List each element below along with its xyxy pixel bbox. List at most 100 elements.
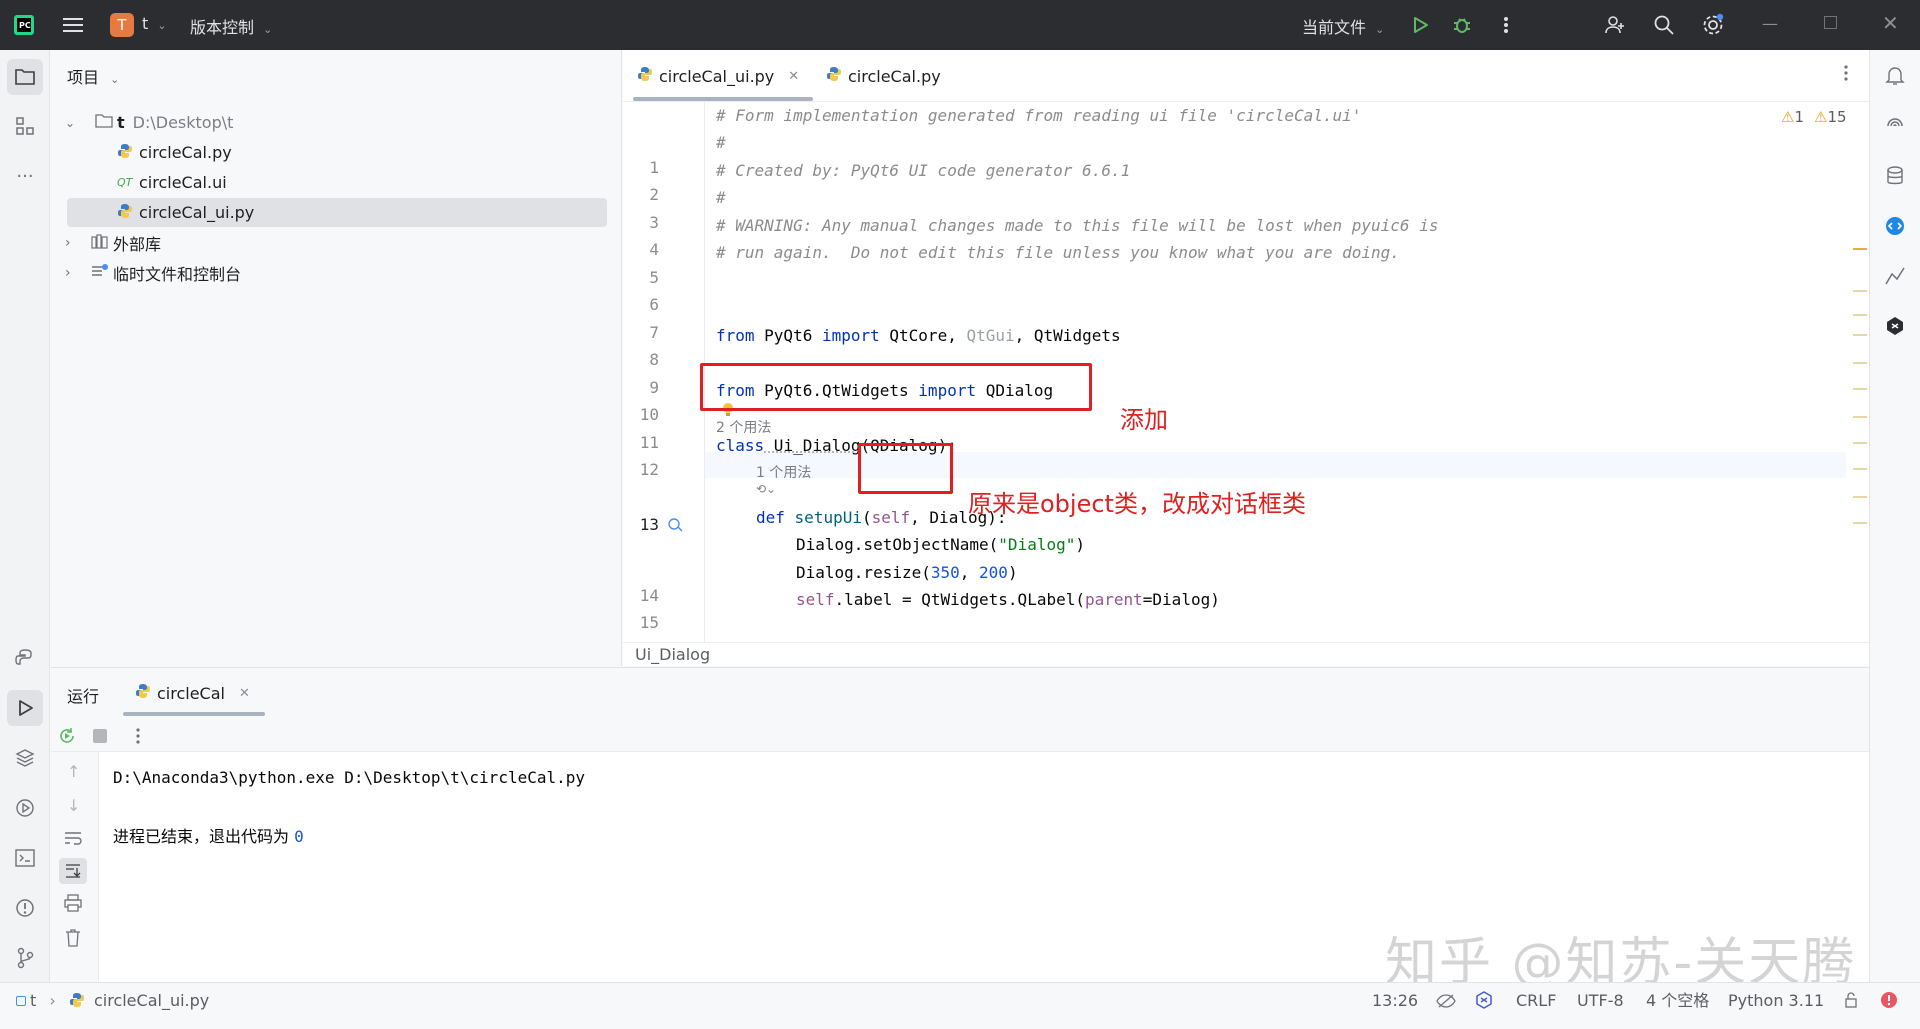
chevron-down-icon: ⌄	[1375, 23, 1385, 36]
python-file-icon	[826, 66, 842, 86]
close-tab-icon[interactable]: ✕	[788, 69, 799, 84]
scroll-up-icon[interactable]: ↑	[67, 762, 80, 781]
status-breadcrumb[interactable]: t › circleCal_ui.py	[16, 983, 209, 1019]
scroll-down-icon[interactable]: ↓	[67, 796, 80, 815]
close-window-icon[interactable]: ✕	[1882, 11, 1899, 35]
warning-icon: ⚠1	[1781, 107, 1804, 126]
python-console-icon[interactable]	[7, 640, 43, 676]
run-more-icon[interactable]	[135, 727, 141, 749]
punctuation: )	[1075, 535, 1085, 554]
tree-scratches[interactable]: › 临时文件和控制台	[65, 258, 241, 287]
services-tool-icon[interactable]	[7, 790, 43, 826]
print-icon[interactable]	[63, 894, 83, 916]
external-libs-label: 外部库	[113, 234, 162, 254]
soft-wrap-icon[interactable]	[63, 830, 83, 850]
string-literal: "Dialog"	[998, 535, 1076, 554]
rerun-icon[interactable]	[57, 726, 77, 750]
ai-assistant-icon[interactable]	[1877, 108, 1913, 144]
line-number: 2	[649, 185, 659, 204]
maximize-icon[interactable]	[1824, 16, 1837, 29]
problems-tool-icon[interactable]	[7, 890, 43, 926]
pycharm-logo-icon[interactable]: PC	[10, 11, 38, 39]
line-separator[interactable]: CRLF	[1516, 983, 1556, 1019]
usage-hint-def[interactable]: 1 个用法	[756, 462, 811, 482]
main-menu-icon[interactable]	[60, 11, 88, 39]
run-tool-icon[interactable]	[7, 690, 43, 726]
editor-breadcrumb[interactable]: Ui_Dialog	[623, 642, 1869, 666]
folder-icon	[95, 113, 113, 132]
scratches-icon	[91, 263, 109, 283]
root-folder-name: t	[117, 113, 125, 132]
weak-warning-icon: ⚠15	[1814, 107, 1846, 126]
settings-gear-icon[interactable]	[1699, 11, 1727, 39]
keyword: class	[716, 436, 765, 455]
more-tools-icon[interactable]: ···	[7, 158, 43, 194]
code-line-5: # WARNING: Any manual changes made to th…	[716, 216, 1439, 235]
plugin-icon[interactable]	[1877, 308, 1913, 344]
vcs-menu[interactable]: 版本控制 ⌄	[190, 14, 272, 38]
line-number: 14	[639, 586, 659, 605]
left-tool-strip: ···	[0, 50, 50, 982]
identifier: QtCore,	[879, 326, 967, 345]
readonly-eye-icon[interactable]	[1436, 983, 1456, 1019]
call: Dialog.resize(	[796, 563, 931, 582]
more-actions-icon[interactable]	[1492, 11, 1520, 39]
git-tool-icon[interactable]	[7, 940, 43, 976]
run-config-selector[interactable]: 当前文件 ⌄	[1302, 14, 1384, 38]
python-interpreter[interactable]: Python 3.11	[1728, 983, 1824, 1019]
clear-trash-icon[interactable]	[64, 928, 82, 952]
database-icon[interactable]	[1877, 158, 1913, 194]
lock-icon[interactable]	[1844, 983, 1858, 1019]
search-icon[interactable]	[1650, 11, 1678, 39]
scroll-to-end-icon[interactable]	[59, 858, 87, 884]
line-number: 7	[649, 323, 659, 342]
punctuation: =Dialog)	[1142, 590, 1220, 609]
terminal-tool-icon[interactable]	[7, 840, 43, 876]
project-switcher[interactable]: t ⌄	[142, 14, 167, 33]
tab-circlecal-ui-py[interactable]: circleCal_ui.py ✕	[637, 50, 799, 102]
exit-text: 进程已结束，退出代码为	[113, 827, 295, 846]
minimize-icon[interactable]: —	[1762, 14, 1778, 33]
implemented-gutter-icon[interactable]	[667, 516, 685, 536]
identifier: , QtWidgets	[1014, 326, 1121, 345]
indent-setting[interactable]: 4 个空格	[1646, 983, 1709, 1019]
chevron-right-icon: ›	[65, 234, 71, 251]
code-line-4: #	[716, 188, 726, 207]
editor-tab-bar: circleCal_ui.py ✕ circleCal.py	[623, 50, 1869, 102]
class-name: Ui_Dialog	[764, 436, 861, 455]
title-bar: PC T t ⌄ 版本控制 ⌄ 当前文件 ⌄ — ✕	[0, 0, 1920, 50]
tree-file-circlecal-ui-py[interactable]: circleCal_ui.py	[67, 198, 607, 227]
editor-tab-menu-icon[interactable]	[1843, 64, 1849, 86]
project-panel-header[interactable]: 项目 ⌄	[67, 64, 119, 88]
run-icon[interactable]	[1406, 11, 1434, 39]
tree-external-libraries[interactable]: › 外部库	[65, 228, 161, 257]
caret-position[interactable]: 13:26	[1372, 983, 1418, 1019]
file-encoding[interactable]: UTF-8	[1577, 983, 1624, 1019]
close-tab-icon[interactable]: ✕	[239, 686, 250, 701]
debug-icon[interactable]	[1448, 11, 1476, 39]
project-tool-icon[interactable]	[7, 59, 43, 95]
ai-status-icon[interactable]	[1474, 983, 1494, 1019]
python-file-icon	[69, 993, 90, 1012]
status-bar: t › circleCal_ui.py 13:26 CRLF UTF-8 4 个…	[0, 982, 1920, 1029]
editor-scrollbar[interactable]	[1849, 102, 1869, 642]
error-indicator-icon[interactable]	[1880, 983, 1898, 1019]
add-user-icon[interactable]	[1601, 11, 1629, 39]
code-with-me-icon[interactable]	[1877, 208, 1913, 244]
tab-circlecal-py[interactable]: circleCal.py	[826, 50, 941, 102]
sciview-icon[interactable]	[1877, 258, 1913, 294]
tab-label: circleCal_ui.py	[659, 66, 775, 86]
layers-tool-icon[interactable]	[7, 740, 43, 776]
line-number: 3	[649, 213, 659, 232]
ai-action-icon[interactable]: ⟲⌄	[756, 482, 776, 496]
keyword: def	[756, 508, 785, 527]
notifications-icon[interactable]	[1877, 58, 1913, 94]
run-tab-circlecal[interactable]: circleCal ✕	[135, 668, 250, 718]
tree-file-circlecal-ui[interactable]: QT circleCal.ui	[117, 168, 227, 197]
structure-tool-icon[interactable]	[7, 108, 43, 144]
usage-hint-text: 2 个用法	[716, 420, 772, 436]
inspection-widget[interactable]: ⚠1 ⚠15 ✓1 ︿ ﹀	[1781, 106, 1846, 127]
stop-icon[interactable]	[93, 729, 107, 743]
tree-root-folder[interactable]: ⌄ t D:\Desktop\t	[65, 108, 233, 137]
tree-file-circlecal-py[interactable]: circleCal.py	[117, 138, 232, 167]
